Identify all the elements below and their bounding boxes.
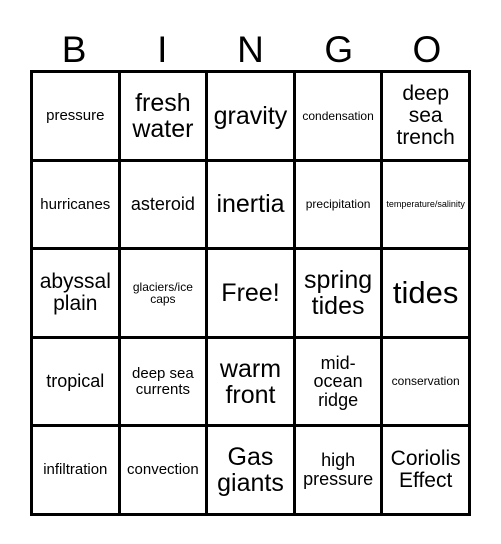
bingo-cell-label: infiltration	[43, 461, 108, 479]
bingo-cell-label: spring tides	[304, 265, 373, 320]
bingo-cell-label: Gas giants	[217, 443, 284, 498]
bingo-header-letter-i: I	[157, 29, 168, 70]
bingo-cell-label: high pressure	[303, 450, 374, 490]
bingo-row: pressure fresh water gravity condensatio…	[33, 73, 471, 162]
bingo-cell-label: tides	[392, 274, 459, 310]
bingo-cell[interactable]: Coriolis Effect	[383, 427, 471, 516]
bingo-cell-label: asteroid	[130, 194, 195, 215]
bingo-cell[interactable]: asteroid	[120, 161, 209, 251]
bingo-cell[interactable]: temperature/salinity	[383, 161, 471, 251]
bingo-cell[interactable]: deep sea currents	[120, 338, 209, 428]
bingo-cell-label: inertia	[216, 190, 285, 219]
bingo-cell-label: deep sea currents	[132, 364, 194, 398]
bingo-cell-label: Coriolis Effect	[390, 447, 461, 493]
bingo-cell-label: warm front	[219, 354, 282, 409]
bingo-cell-label: condensation	[302, 108, 374, 123]
bingo-cell-label: temperature/salinity	[386, 198, 465, 209]
bingo-cell-label: gravity	[213, 101, 288, 130]
bingo-cell-label: deep sea trench	[396, 82, 455, 149]
bingo-cell-label: precipitation	[305, 197, 371, 212]
bingo-row: tropical deep sea currents warm front mi…	[33, 338, 471, 428]
bingo-cell[interactable]: tropical	[33, 338, 121, 428]
bingo-cell[interactable]: high pressure	[295, 427, 384, 516]
bingo-header-letter-o: O	[412, 29, 442, 70]
bingo-cell[interactable]: Gas giants	[208, 427, 296, 516]
bingo-cell-label: convection	[127, 461, 199, 479]
bingo-cell[interactable]: pressure	[33, 73, 121, 162]
bingo-cell-label: conservation	[391, 374, 460, 389]
bingo-cell[interactable]: abyssal plain	[33, 250, 121, 339]
bingo-header-letter-g: G	[324, 29, 354, 70]
bingo-grid: pressure fresh water gravity condensatio…	[30, 70, 471, 516]
bingo-cell-label: fresh water	[132, 88, 194, 143]
bingo-cell[interactable]: gravity	[208, 73, 296, 162]
bingo-cell[interactable]: condensation	[295, 73, 384, 162]
bingo-cell[interactable]: precipitation	[295, 161, 384, 251]
bingo-header-letter-n: N	[237, 29, 264, 70]
bingo-cell[interactable]: spring tides	[295, 250, 384, 339]
bingo-cell[interactable]: convection	[120, 427, 209, 516]
bingo-cell[interactable]: hurricanes	[33, 161, 121, 251]
bingo-row: abyssal plain glaciers/ice caps Free! sp…	[33, 250, 471, 339]
bingo-cell-free[interactable]: Free!	[208, 250, 296, 339]
bingo-cell-label: mid-ocean ridge	[313, 352, 363, 410]
bingo-cell[interactable]: conservation	[383, 338, 471, 428]
bingo-cell-label: Free!	[221, 278, 280, 307]
bingo-cell[interactable]: deep sea trench	[383, 73, 471, 162]
bingo-cell[interactable]: glaciers/ice caps	[120, 250, 209, 339]
bingo-cell-label: abyssal plain	[39, 270, 111, 315]
bingo-row: hurricanes asteroid inertia precipitatio…	[33, 161, 471, 251]
bingo-cell-label: hurricanes	[40, 195, 111, 213]
bingo-cell-label: glaciers/ice caps	[132, 279, 193, 306]
bingo-cell[interactable]: infiltration	[33, 427, 121, 516]
bingo-cell-label: pressure	[46, 107, 105, 124]
bingo-cell[interactable]: mid-ocean ridge	[295, 338, 384, 428]
bingo-cell[interactable]: tides	[383, 250, 471, 339]
bingo-cell[interactable]: fresh water	[120, 73, 209, 162]
bingo-header: B I N G O	[30, 22, 471, 68]
bingo-cell[interactable]: warm front	[208, 338, 296, 428]
bingo-cell-label: tropical	[46, 371, 105, 392]
bingo-row: infiltration convection Gas giants high …	[33, 427, 471, 516]
bingo-cell[interactable]: inertia	[208, 161, 296, 251]
bingo-card: B I N G O pressure fresh water gravity c…	[0, 0, 501, 544]
bingo-header-letter-b: B	[61, 29, 87, 70]
